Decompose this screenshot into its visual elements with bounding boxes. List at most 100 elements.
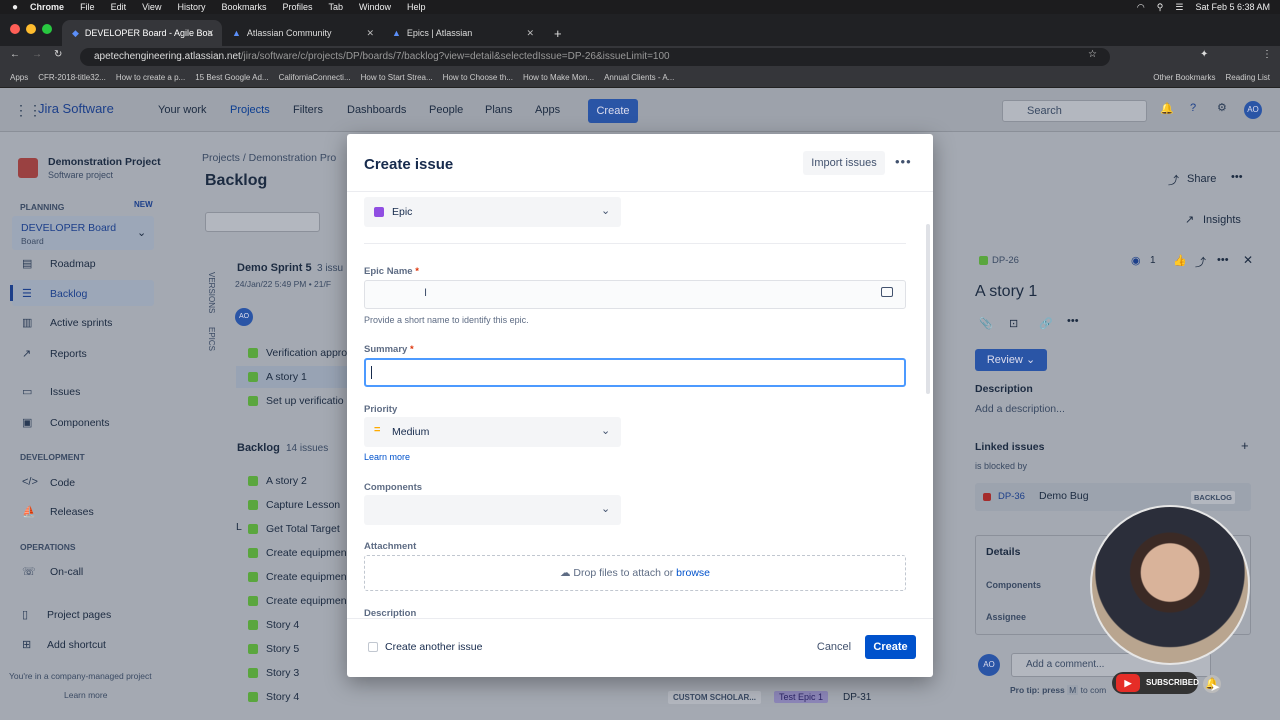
list-item[interactable]: A story 2 bbox=[236, 470, 348, 492]
bookmark-reading-list[interactable]: Reading List bbox=[1226, 73, 1270, 82]
nav-projects[interactable]: Projects bbox=[230, 104, 270, 116]
bookmark-item[interactable]: CaliforniaConnecti... bbox=[279, 73, 351, 82]
backlog-heading[interactable]: Backlog bbox=[237, 442, 280, 454]
sidebar-item-backlog[interactable]: Backlog bbox=[50, 288, 87, 300]
browse-link[interactable]: browse bbox=[676, 567, 710, 579]
list-item[interactable]: Capture Lesson L bbox=[236, 494, 348, 533]
notifications-icon[interactable]: 🔔 bbox=[1160, 102, 1174, 115]
list-item[interactable]: Verification appro bbox=[236, 342, 348, 364]
tab-atlassian-community[interactable]: ▲ Atlassian Community ✕ bbox=[222, 20, 382, 46]
bookmark-star-icon[interactable]: ☆ bbox=[1088, 49, 1097, 60]
menu-chrome[interactable]: Chrome bbox=[30, 2, 64, 12]
avatar[interactable]: AO bbox=[1244, 101, 1262, 119]
list-item[interactable]: Get Total Target bbox=[236, 518, 348, 540]
epic-name-input[interactable]: I bbox=[364, 280, 906, 309]
more-icon[interactable]: ••• bbox=[1067, 315, 1079, 327]
window-minimize-icon[interactable] bbox=[26, 24, 36, 34]
bookmark-item[interactable]: How to Start Strea... bbox=[361, 73, 433, 82]
sidebar-item-components[interactable]: Components bbox=[50, 417, 110, 429]
menu-profiles[interactable]: Profiles bbox=[282, 2, 312, 12]
create-button-top[interactable]: Create bbox=[588, 99, 638, 123]
link-icon[interactable]: 🔗 bbox=[1039, 317, 1053, 330]
epic-tag[interactable]: Test Epic 1 bbox=[774, 691, 829, 703]
back-icon[interactable]: ← bbox=[10, 49, 20, 60]
more-icon[interactable]: ••• bbox=[1231, 171, 1243, 183]
epic-tag[interactable]: CUSTOM SCHOLAR... bbox=[668, 691, 761, 704]
sidebar-item-issues[interactable]: Issues bbox=[50, 386, 80, 398]
browser-menu-icon[interactable]: ⋮ bbox=[1262, 49, 1272, 60]
board-selector[interactable]: DEVELOPER Board Board ⌄ bbox=[12, 216, 154, 250]
avatar[interactable]: AO bbox=[235, 308, 253, 326]
menu-file[interactable]: File bbox=[80, 2, 95, 12]
menu-bookmarks[interactable]: Bookmarks bbox=[221, 2, 266, 12]
jira-logo[interactable]: Jira Software bbox=[38, 101, 114, 116]
nav-people[interactable]: People bbox=[429, 104, 463, 116]
reload-icon[interactable]: ↻ bbox=[54, 49, 62, 60]
sidebar-item-project-pages[interactable]: Project pages bbox=[47, 609, 111, 621]
bookmark-item[interactable]: How to Make Mon... bbox=[523, 73, 594, 82]
nav-plans[interactable]: Plans bbox=[485, 104, 513, 116]
issue-key[interactable]: DP-31 bbox=[843, 692, 871, 703]
password-manager-icon[interactable] bbox=[881, 287, 893, 297]
sidebar-item-on-call[interactable]: On-call bbox=[50, 566, 83, 578]
insights-button[interactable]: Insights bbox=[1203, 214, 1241, 226]
versions-toggle[interactable]: VERSIONS bbox=[207, 272, 216, 313]
window-close-icon[interactable] bbox=[10, 24, 20, 34]
tab-epics[interactable]: ▲ Epics | Atlassian ✕ bbox=[382, 20, 542, 46]
like-icon[interactable]: 👍 bbox=[1173, 254, 1187, 267]
sidebar-item-roadmap[interactable]: Roadmap bbox=[50, 258, 96, 270]
extensions-icon[interactable]: ✦ bbox=[1200, 49, 1208, 60]
bookmark-item[interactable]: How to Choose th... bbox=[443, 73, 513, 82]
list-item[interactable]: Create equipmen bbox=[236, 542, 348, 564]
bookmark-apps[interactable]: Apps bbox=[10, 73, 28, 82]
sprint-name[interactable]: Demo Sprint 5 bbox=[237, 262, 312, 274]
priority-select[interactable]: = Medium ⌄ bbox=[364, 417, 621, 447]
menu-window[interactable]: Window bbox=[359, 2, 391, 12]
modal-scrollbar[interactable] bbox=[926, 224, 930, 394]
menu-edit[interactable]: Edit bbox=[111, 2, 127, 12]
issue-type-select[interactable]: Epic ⌄ bbox=[364, 197, 621, 227]
address-bar[interactable]: apetechengineering.atlassian.net/jira/so… bbox=[80, 48, 1110, 66]
import-issues-button[interactable]: Import issues bbox=[803, 151, 885, 175]
list-item[interactable]: Create equipmen bbox=[236, 566, 348, 588]
status-dropdown[interactable]: Review ⌄ bbox=[975, 349, 1047, 371]
bookmark-other[interactable]: Other Bookmarks bbox=[1153, 73, 1215, 82]
issue-key[interactable]: DP-26 bbox=[992, 255, 1019, 266]
menu-help[interactable]: Help bbox=[407, 2, 426, 12]
settings-gear-icon[interactable]: ⚙ bbox=[1217, 101, 1227, 114]
bookmark-item[interactable]: CFR-2018-title32... bbox=[38, 73, 106, 82]
list-item[interactable]: Story 3 bbox=[236, 662, 348, 684]
breadcrumb[interactable]: Projects / Demonstration Pro bbox=[202, 152, 336, 164]
menu-history[interactable]: History bbox=[177, 2, 205, 12]
search-icon[interactable]: ⚲ bbox=[1157, 2, 1164, 13]
help-icon[interactable]: ? bbox=[1190, 102, 1196, 114]
list-item[interactable]: Story 4 bbox=[236, 614, 348, 636]
list-item[interactable]: Set up verificatio bbox=[236, 390, 348, 412]
bookmark-item[interactable]: 15 Best Google Ad... bbox=[195, 73, 268, 82]
add-link-icon[interactable]: + bbox=[1241, 438, 1249, 453]
more-icon[interactable]: ••• bbox=[895, 154, 912, 169]
sidebar-item-releases[interactable]: Releases bbox=[50, 506, 94, 518]
new-tab-button[interactable]: + bbox=[544, 20, 568, 46]
close-tab-icon[interactable]: ✕ bbox=[206, 28, 214, 39]
nav-filters[interactable]: Filters bbox=[293, 104, 323, 116]
close-tab-icon[interactable]: ✕ bbox=[526, 28, 534, 39]
sidebar-item-add-shortcut[interactable]: Add shortcut bbox=[47, 639, 106, 651]
bookmark-item[interactable]: Annual Clients - A... bbox=[604, 73, 674, 82]
learn-more-link[interactable]: Learn more bbox=[364, 452, 410, 462]
attach-icon[interactable]: 📎 bbox=[979, 317, 993, 330]
bookmark-item[interactable]: How to create a p... bbox=[116, 73, 185, 82]
learn-more-link[interactable]: Learn more bbox=[64, 690, 107, 700]
epics-toggle[interactable]: EPICS bbox=[207, 327, 216, 351]
list-item[interactable]: A story 1 bbox=[236, 366, 348, 388]
control-center-icon[interactable]: ☰ bbox=[1175, 2, 1183, 13]
issue-title[interactable]: A story 1 bbox=[975, 283, 1037, 301]
sidebar-item-code[interactable]: Code bbox=[50, 477, 75, 489]
list-item[interactable]: Create equipmen bbox=[236, 590, 348, 612]
create-button[interactable]: Create bbox=[865, 635, 916, 659]
search-input[interactable]: Search bbox=[1002, 100, 1147, 122]
backlog-search-input[interactable] bbox=[205, 212, 320, 232]
close-icon[interactable]: ✕ bbox=[1243, 253, 1253, 267]
clock[interactable]: Sat Feb 5 6:38 AM bbox=[1195, 2, 1270, 12]
nav-dashboards[interactable]: Dashboards bbox=[347, 104, 406, 116]
